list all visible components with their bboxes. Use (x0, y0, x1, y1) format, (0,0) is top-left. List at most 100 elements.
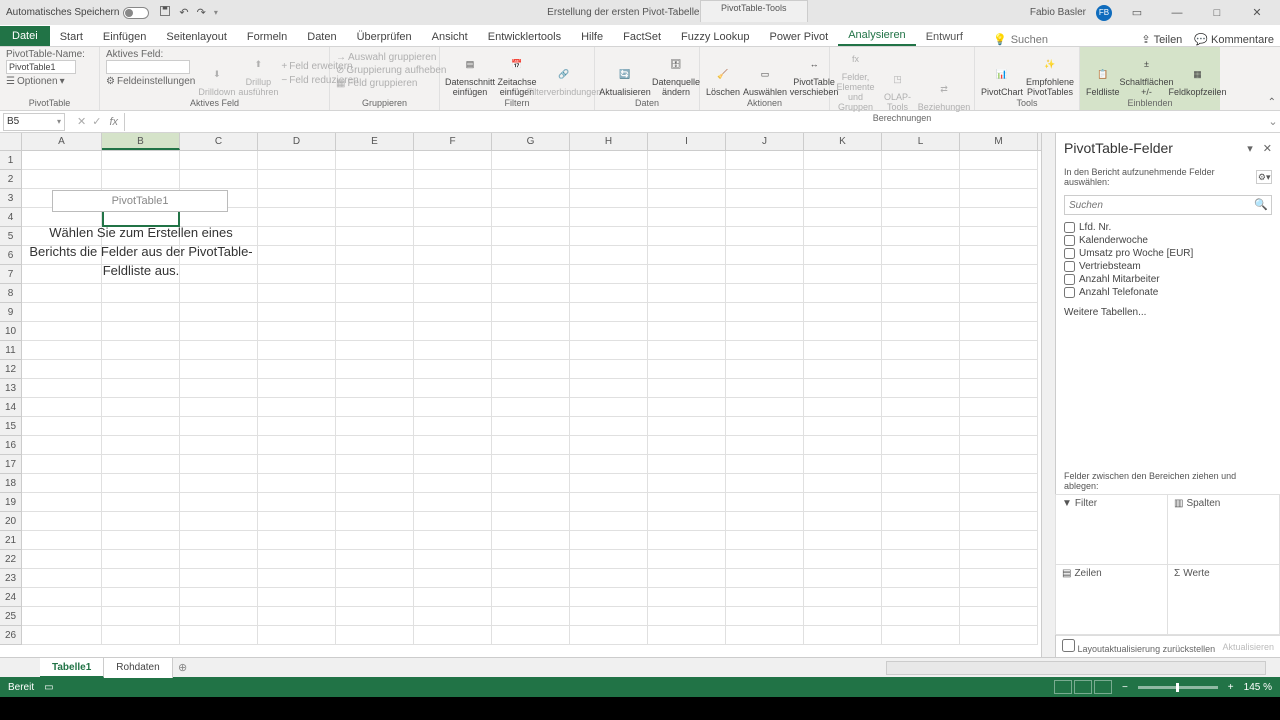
cell[interactable] (960, 512, 1038, 531)
tab-seitenlayout[interactable]: Seitenlayout (156, 28, 237, 46)
cell[interactable] (180, 512, 258, 531)
add-sheet-button[interactable]: ⊕ (173, 661, 193, 674)
cell[interactable] (102, 303, 180, 322)
cell[interactable] (22, 322, 102, 341)
cell[interactable] (102, 265, 180, 284)
cell[interactable] (726, 208, 804, 227)
cell[interactable] (22, 284, 102, 303)
cell[interactable] (258, 569, 336, 588)
cell[interactable] (180, 436, 258, 455)
cell[interactable] (648, 322, 726, 341)
cell[interactable] (336, 189, 414, 208)
cell[interactable] (804, 588, 882, 607)
cell[interactable] (22, 474, 102, 493)
cell[interactable] (726, 474, 804, 493)
cell[interactable] (648, 360, 726, 379)
cell[interactable] (882, 607, 960, 626)
cell[interactable] (882, 531, 960, 550)
cell[interactable] (102, 208, 180, 227)
cell[interactable] (570, 550, 648, 569)
cell[interactable] (414, 189, 492, 208)
row-header[interactable]: 19 (0, 493, 22, 512)
cell[interactable] (570, 436, 648, 455)
cell[interactable] (960, 322, 1038, 341)
cell[interactable] (960, 227, 1038, 246)
cell[interactable] (882, 170, 960, 189)
cell[interactable] (336, 398, 414, 417)
cell[interactable] (882, 569, 960, 588)
cell[interactable] (804, 531, 882, 550)
column-header[interactable]: B (102, 133, 180, 150)
tab-entwicklertools[interactable]: Entwicklertools (478, 28, 571, 46)
cell[interactable] (492, 303, 570, 322)
column-header[interactable]: J (726, 133, 804, 150)
cell[interactable] (258, 189, 336, 208)
cell[interactable] (258, 322, 336, 341)
cell[interactable] (492, 626, 570, 645)
cell[interactable] (414, 246, 492, 265)
cell[interactable] (414, 303, 492, 322)
zoom-in-icon[interactable]: + (1228, 682, 1234, 693)
cell[interactable] (336, 265, 414, 284)
row-header[interactable]: 18 (0, 474, 22, 493)
taskpane-dropdown-icon[interactable]: ▾ (1247, 142, 1253, 155)
column-header[interactable]: F (414, 133, 492, 150)
cell[interactable] (336, 360, 414, 379)
cell[interactable] (492, 189, 570, 208)
cell[interactable] (22, 455, 102, 474)
zoom-slider[interactable] (1138, 686, 1218, 689)
cell[interactable] (180, 493, 258, 512)
cell[interactable] (804, 398, 882, 417)
minimize-icon[interactable]: — (1162, 3, 1192, 23)
cell[interactable] (414, 417, 492, 436)
cell[interactable] (648, 341, 726, 360)
cell[interactable] (570, 322, 648, 341)
cell[interactable] (648, 189, 726, 208)
field-headers-button[interactable]: ▦Feldkopfzeilen (1174, 49, 1222, 98)
maximize-icon[interactable]: □ (1202, 3, 1232, 23)
cell[interactable] (414, 436, 492, 455)
cell[interactable] (492, 341, 570, 360)
cell[interactable] (258, 474, 336, 493)
cell[interactable] (102, 550, 180, 569)
cell[interactable] (882, 550, 960, 569)
cell[interactable] (570, 189, 648, 208)
cell[interactable] (180, 284, 258, 303)
cell[interactable] (180, 246, 258, 265)
user-name[interactable]: Fabio Basler (1030, 7, 1086, 18)
cell[interactable] (882, 151, 960, 170)
cell[interactable] (22, 303, 102, 322)
tab-analysieren[interactable]: Analysieren (838, 26, 915, 46)
cell[interactable] (648, 569, 726, 588)
cell[interactable] (882, 341, 960, 360)
cell[interactable] (726, 626, 804, 645)
cell[interactable] (882, 436, 960, 455)
cell[interactable] (960, 569, 1038, 588)
cell[interactable] (336, 607, 414, 626)
cell[interactable] (882, 512, 960, 531)
cell[interactable] (102, 626, 180, 645)
zoom-out-icon[interactable]: − (1122, 682, 1128, 693)
cell[interactable] (22, 569, 102, 588)
cell[interactable] (960, 607, 1038, 626)
cell[interactable] (882, 303, 960, 322)
column-header[interactable]: I (648, 133, 726, 150)
values-dropzone[interactable]: ΣWerte (1167, 564, 1280, 635)
cell[interactable] (570, 227, 648, 246)
cell[interactable] (102, 512, 180, 531)
tab-ansicht[interactable]: Ansicht (422, 28, 478, 46)
cell[interactable] (804, 322, 882, 341)
cell[interactable] (882, 474, 960, 493)
cell[interactable] (414, 474, 492, 493)
cell[interactable] (22, 208, 102, 227)
row-header[interactable]: 6 (0, 246, 22, 265)
field-checkbox[interactable]: Umsatz pro Woche [EUR] (1064, 247, 1272, 260)
cell[interactable] (414, 588, 492, 607)
cell[interactable] (258, 493, 336, 512)
cell[interactable] (336, 436, 414, 455)
columns-dropzone[interactable]: ▥Spalten (1167, 494, 1280, 565)
field-checkbox[interactable]: Anzahl Mitarbeiter (1064, 273, 1272, 286)
cell[interactable] (258, 417, 336, 436)
cell[interactable] (414, 227, 492, 246)
cell[interactable] (22, 379, 102, 398)
